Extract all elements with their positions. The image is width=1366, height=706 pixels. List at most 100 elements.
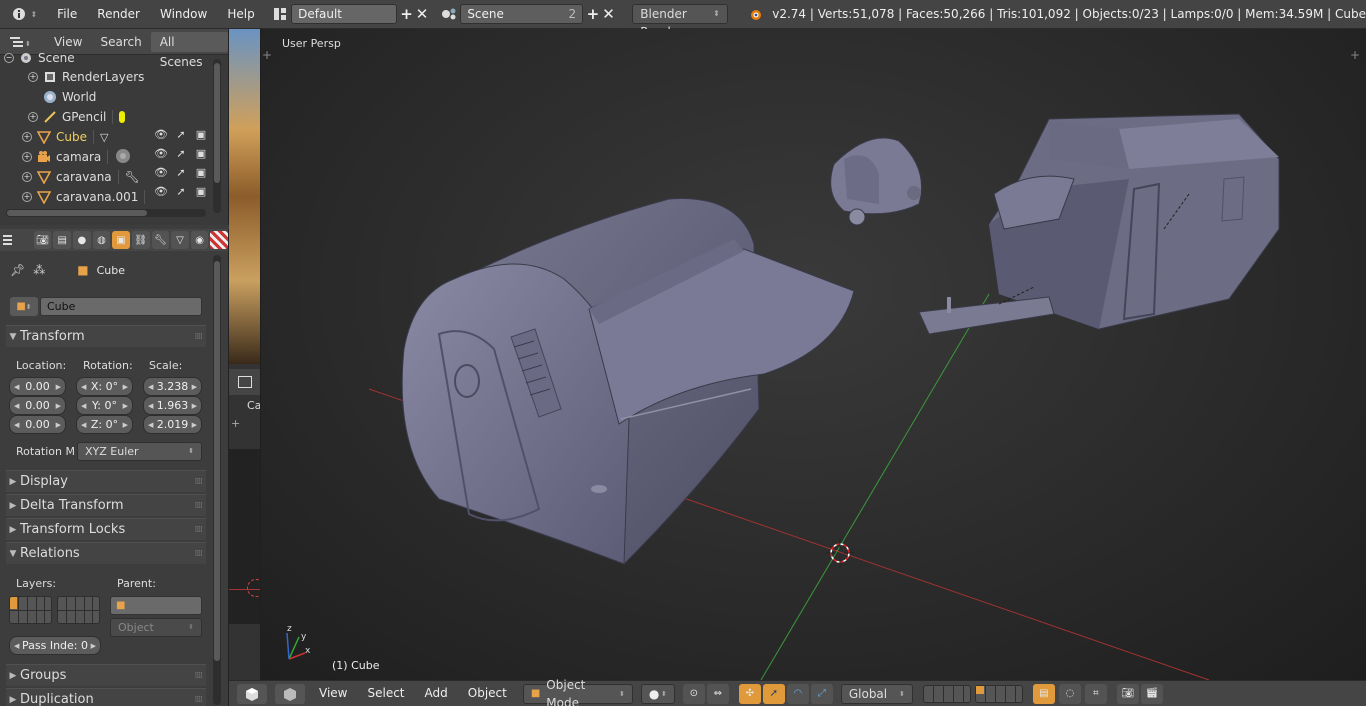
groups-panel-header[interactable]: ▶ Groups ⁞⁞⁞⁞ — [6, 664, 206, 686]
texture-tab-icon[interactable] — [210, 231, 229, 249]
scene-icon[interactable] — [438, 3, 460, 25]
outliner-row-world[interactable]: World — [28, 87, 238, 107]
lock-layers-icon[interactable]: ▤ — [1032, 683, 1055, 704]
rotation-mode-select[interactable]: XYZ Euler ⬍ — [77, 442, 202, 461]
render-tab-icon[interactable]: 📷︎ — [33, 231, 52, 249]
outliner-row-renderlayers[interactable]: + RenderLayers — [28, 67, 238, 87]
visibility-eye-icon[interactable]: 👁︎ — [154, 185, 168, 198]
image-editor-strip[interactable]: Ca + — [229, 29, 261, 680]
modifier-wrench-icon[interactable]: 🔧︎ — [125, 170, 140, 184]
scale-x-field[interactable]: ◀ 3.238 ▶ — [143, 377, 202, 396]
relations-panel-header[interactable]: ▼ Relations ⁞⁞⁞⁞ — [6, 542, 206, 564]
outliner-row-gpencil[interactable]: + GPencil — [28, 107, 238, 127]
menu-view[interactable]: View — [309, 679, 357, 706]
drag-grip-icon[interactable]: ⁞⁞⁞⁞ — [195, 695, 204, 705]
info-editor-icon[interactable] — [8, 3, 30, 25]
scene-tab-icon[interactable]: ● — [73, 231, 91, 249]
outliner-hscrollbar[interactable] — [6, 209, 206, 217]
expand-icon[interactable]: + — [22, 152, 32, 162]
screen-layout-field[interactable]: Default — [291, 4, 397, 24]
add-screen-icon[interactable]: + — [399, 4, 415, 24]
remove-screen-icon[interactable]: ✕ — [414, 4, 430, 24]
properties-type-icon[interactable] — [2, 233, 22, 247]
camera-data-icon[interactable] — [114, 148, 132, 167]
scale-manipulator-icon[interactable]: ⤢ — [810, 683, 833, 704]
location-z-field[interactable]: ◀ 0.00 ▶ — [9, 415, 66, 434]
scale-z-field[interactable]: ◀ 2.019 ▶ — [143, 415, 202, 434]
scene-layers-grid-1[interactable] — [922, 684, 971, 703]
scene-field[interactable]: Scene 2 — [460, 4, 584, 24]
menu-window[interactable]: Window — [150, 0, 217, 29]
translate-manipulator-icon[interactable]: ➚ — [762, 683, 785, 704]
data-tab-icon[interactable]: ▽ — [171, 231, 189, 249]
menu-select[interactable]: Select — [357, 679, 414, 706]
location-y-field[interactable]: ◀ 0.00 ▶ — [9, 396, 66, 415]
region-add-icon[interactable]: + — [262, 49, 274, 61]
drag-grip-icon[interactable]: ⁞⁞⁞⁞ — [195, 477, 204, 487]
manipulate-centers-icon[interactable]: ⇔ — [706, 683, 729, 704]
render-camera-icon[interactable]: ▣ — [194, 166, 208, 179]
editor-type-3d-icon[interactable] — [237, 683, 267, 704]
scale-y-field[interactable]: ◀ 1.963 ▶ — [143, 396, 202, 415]
scene-layers-grid-2[interactable] — [974, 684, 1023, 703]
drag-grip-icon[interactable]: ⁞⁞⁞⁞ — [195, 525, 204, 535]
drag-grip-icon[interactable]: ⁞⁞⁞⁞ — [195, 501, 204, 511]
region-add-icon[interactable]: + — [1350, 49, 1362, 61]
view-toggle-icon[interactable] — [275, 683, 305, 704]
outliner-search-menu[interactable]: Search — [91, 35, 150, 49]
drag-grip-icon[interactable]: ⁞⁞⁞⁞ — [195, 549, 204, 559]
menu-help[interactable]: Help — [217, 0, 264, 29]
parent-object-field[interactable]: ■ — [110, 596, 202, 615]
render-animation-icon[interactable]: 🎬︎ — [1140, 683, 1163, 704]
layers-grid-1[interactable] — [9, 596, 52, 624]
mode-select[interactable]: ■ Object Mode ⬍ — [522, 678, 633, 706]
render-camera-icon[interactable]: ▣ — [194, 128, 208, 141]
menu-object[interactable]: Object — [458, 679, 517, 706]
pin-icon[interactable]: 📌︎ — [10, 263, 25, 277]
transform-locks-panel-header[interactable]: ▶ Transform Locks ⁞⁞⁞⁞ — [6, 518, 206, 540]
expand-icon[interactable]: + — [22, 172, 32, 182]
viewport-shading-select[interactable]: ● ⬍ — [640, 683, 675, 704]
drag-grip-icon[interactable]: ⁞⁞⁞⁞ — [195, 332, 204, 342]
menu-file[interactable]: File — [47, 0, 87, 29]
outliner-scrollbar[interactable] — [213, 59, 221, 213]
visibility-eye-icon[interactable]: 👁︎ — [154, 147, 168, 160]
collapse-icon[interactable]: − — [4, 53, 14, 63]
pass-index-field[interactable]: ◀ Pass Inde: 0 ▶ — [9, 636, 101, 655]
screen-layout-icon[interactable] — [269, 3, 291, 25]
object-browse-icon[interactable]: ■ ⬍ — [10, 297, 38, 316]
display-panel-header[interactable]: ▶ Display ⁞⁞⁞⁞ — [6, 470, 206, 492]
duplication-panel-header[interactable]: ▶ Duplication ⁞⁞⁞⁞ — [6, 688, 206, 706]
layers-grid-2[interactable] — [57, 596, 100, 624]
material-tab-icon[interactable]: ◉ — [190, 231, 209, 249]
render-engine-select[interactable]: Blender Render ⬍ — [632, 4, 728, 39]
region-add-icon[interactable]: + — [231, 417, 240, 430]
constraints-tab-icon[interactable]: ⛓︎ — [131, 231, 150, 249]
outliner-row-scene[interactable]: − Scene — [4, 48, 214, 68]
render-layers-tab-icon[interactable]: ▤ — [53, 231, 72, 249]
rotation-y-field[interactable]: ◀ Y: 0° ▶ — [76, 396, 133, 415]
select-arrow-icon[interactable]: ➚ — [174, 147, 188, 160]
select-arrow-icon[interactable]: ➚ — [174, 128, 188, 141]
snap-icon[interactable]: ⌗ — [1084, 683, 1107, 704]
properties-scrollbar[interactable] — [213, 255, 221, 705]
visibility-eye-icon[interactable]: 👁︎ — [154, 128, 168, 141]
menu-render[interactable]: Render — [87, 0, 150, 29]
render-preview-icon[interactable]: 📷︎ — [1116, 683, 1139, 704]
outliner-view-menu[interactable]: View — [45, 35, 91, 49]
modifiers-tab-icon[interactable]: 🔧︎ — [151, 231, 170, 249]
select-arrow-icon[interactable]: ➚ — [174, 166, 188, 179]
expand-icon[interactable]: + — [28, 112, 38, 122]
location-x-field[interactable]: ◀ 0.00 ▶ — [9, 377, 66, 396]
pivot-point-icon[interactable]: ⊙ — [682, 683, 705, 704]
expand-icon[interactable]: + — [22, 132, 32, 142]
expand-icon[interactable]: + — [28, 72, 38, 82]
transform-orientation-select[interactable]: Global ⬍ — [840, 683, 913, 704]
editor-type-arrow-icon[interactable]: ⬍ — [30, 10, 37, 19]
menu-add[interactable]: Add — [415, 679, 458, 706]
mesh-data-icon[interactable]: ▽ — [100, 131, 108, 144]
rotation-z-field[interactable]: ◀ Z: 0° ▶ — [76, 415, 133, 434]
add-scene-icon[interactable]: + — [585, 4, 601, 24]
rotation-x-field[interactable]: ◀ X: 0° ▶ — [76, 377, 133, 396]
remove-scene-icon[interactable]: ✕ — [601, 4, 617, 24]
